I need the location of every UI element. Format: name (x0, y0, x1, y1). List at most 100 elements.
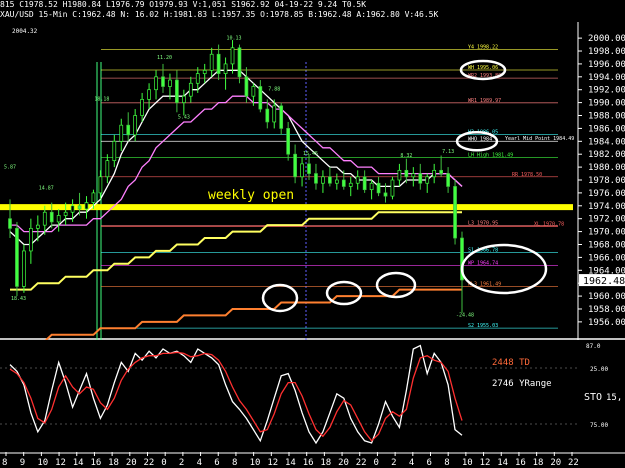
swing-annotation: 18.43 (11, 296, 26, 302)
price-tick-label: 1966.00 (588, 253, 625, 263)
candle-body (411, 173, 416, 178)
candle-body (286, 128, 291, 155)
candle-body (425, 176, 430, 184)
candle-body (49, 211, 54, 223)
time-tick-label: 8 (444, 458, 449, 468)
time-tick-label: 22 (144, 458, 155, 468)
time-tick-label: 20 (126, 458, 137, 468)
candle-body (390, 179, 395, 197)
time-tick-label: 6 (214, 458, 219, 468)
candle-body (258, 86, 263, 110)
candle-body (265, 108, 270, 123)
chart-canvas[interactable]: 2000.00 1998.00 1996.00 1994.00 1992.00 1990.… (0, 0, 625, 468)
candle-body (334, 179, 339, 184)
price-tick-label: 1980.00 (588, 163, 625, 173)
candle-body (119, 124, 124, 142)
candle-body (216, 53, 221, 74)
time-tick-label: 16 (303, 458, 314, 468)
level-label: Y4 1998.22 (468, 45, 498, 51)
swing-annotation: 5.43 (178, 115, 190, 121)
time-tick-label: 8 (2, 458, 7, 468)
time-tick-label: 14 (497, 458, 508, 468)
time-tick-label: 18 (108, 458, 119, 468)
candle-body (376, 182, 381, 194)
time-tick-label: 20 (338, 458, 349, 468)
time-tick-label: 12 (55, 458, 66, 468)
candle-body (383, 192, 388, 197)
candle-body (63, 211, 68, 216)
time-tick-label: 16 (515, 458, 526, 468)
price-tick-label: 1994.00 (588, 73, 625, 83)
time-tick-label: 18 (320, 458, 331, 468)
price-tick-label: 1992.00 (588, 86, 625, 96)
time-tick-label: 22 (568, 458, 579, 468)
time-tick-label: 9 (20, 458, 25, 468)
time-axis: 8 9 10 12 14 16 18 20 22 0 2 4 6 8 10 12 14 16 18 20 22 0 2 4 6 8… (0, 452, 625, 468)
candle-body (181, 95, 186, 103)
candle-body (154, 76, 158, 91)
time-tick-label: 0 (373, 458, 378, 468)
candle-body (70, 205, 75, 213)
candle-body (341, 179, 346, 187)
candle-body (126, 124, 131, 136)
price-tick-label: 1960.00 (588, 292, 625, 302)
swing-annotation: 15.45 (303, 151, 318, 157)
time-tick-label: 16 (90, 458, 101, 468)
price-tick-label: 1982.00 (588, 150, 625, 160)
time-tick-label: 22 (356, 458, 367, 468)
level-label: WR1 1989.97 (468, 98, 501, 104)
candle-body (84, 202, 89, 210)
candle-body (293, 153, 297, 178)
candle-body (453, 186, 457, 239)
level-label: XL 1970.78 (534, 222, 564, 228)
time-tick-label: 10 (462, 458, 473, 468)
candle-body (404, 169, 409, 178)
level-label: LH High 1981.49 (468, 152, 513, 158)
time-tick-label: 14 (73, 458, 84, 468)
last-price-label: 1962.48 (583, 276, 625, 287)
price-tick-label: 1996.00 (588, 60, 625, 70)
candle-body (279, 105, 284, 129)
swing-annotation: 7.13 (442, 149, 454, 155)
stochastic-bg (0, 340, 625, 452)
time-tick-label: 10 (37, 458, 48, 468)
stochastic-tick-label: 25.00 (590, 366, 608, 373)
candle-body (140, 99, 144, 116)
price-tick-label: 1990.00 (588, 99, 625, 109)
candle-body (91, 192, 96, 203)
candle-body (42, 211, 47, 226)
candle-body (195, 73, 200, 84)
price-tick-label: 1972.00 (588, 215, 625, 225)
candle-body (223, 63, 228, 74)
level-label: WHO 1984 (468, 136, 492, 142)
stochastic-panel[interactable]: 25.00 75.00 87.0 STO 15, 2448 TD 2746 YRange (0, 340, 625, 452)
time-tick-label: 4 (197, 458, 202, 468)
candle-body (369, 182, 374, 191)
price-tick-label: 1970.00 (588, 228, 625, 238)
candle-body (314, 173, 318, 184)
candle-body (133, 115, 138, 136)
candle-body (77, 205, 82, 210)
top-left-price-label: 2004.32 (12, 28, 38, 35)
candle-body (188, 82, 193, 97)
candle-body (209, 53, 214, 71)
swing-annotation: 8.32 (400, 153, 412, 159)
candle-body (230, 47, 235, 65)
candle-body (244, 76, 249, 97)
price-tick-label: 1988.00 (588, 112, 625, 122)
price-tick-label: 1974.00 (588, 202, 625, 212)
candle-body (35, 224, 40, 229)
candle-body (112, 140, 117, 162)
price-tick-label: 1984.00 (588, 137, 625, 147)
time-tick-label: 14 (285, 458, 296, 468)
candle-body (168, 79, 172, 87)
price-panel-bg (0, 22, 625, 338)
price-tick-label: 1958.00 (588, 305, 625, 315)
candle-body (348, 182, 353, 187)
level-label: Yearl Mid Point 1984.49 (505, 136, 574, 142)
candle-body (307, 163, 311, 174)
swing-annotation: 10.13 (227, 35, 242, 41)
candle-body (98, 176, 103, 194)
time-tick-label: 4 (409, 458, 414, 468)
candle-body (432, 169, 437, 178)
